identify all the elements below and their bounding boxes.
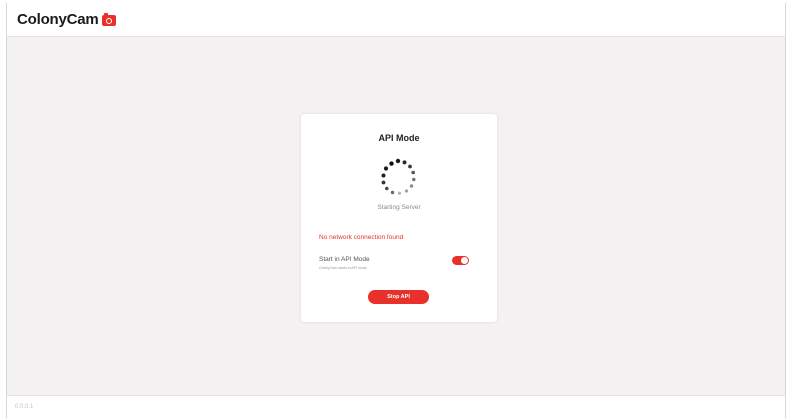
status-text: Starting Server	[377, 204, 421, 211]
version-text: 0.0.0.1	[15, 404, 34, 410]
loading-spinner-icon	[381, 158, 416, 195]
brand-name: ColonyCam	[17, 11, 99, 28]
camera-icon	[101, 13, 116, 26]
footer-bar: 0.0.0.1	[7, 395, 785, 418]
toggle-knob	[461, 257, 468, 264]
brand-logo: ColonyCam	[17, 11, 116, 28]
api-mode-option-label: Start in API Mode	[319, 256, 370, 263]
header-bar: ColonyCam	[7, 3, 785, 37]
error-message: No network connection found	[319, 234, 404, 241]
api-mode-option-description: ColonyCam starts in API mode	[319, 266, 367, 270]
api-mode-toggle[interactable]	[452, 256, 469, 265]
card-title: API Mode	[378, 133, 420, 143]
app-window: ColonyCam API Mode Starting Server No ne…	[6, 3, 786, 418]
api-mode-card: API Mode Starting Server No network conn…	[301, 114, 497, 322]
stop-api-button[interactable]: Stop API	[368, 290, 429, 304]
